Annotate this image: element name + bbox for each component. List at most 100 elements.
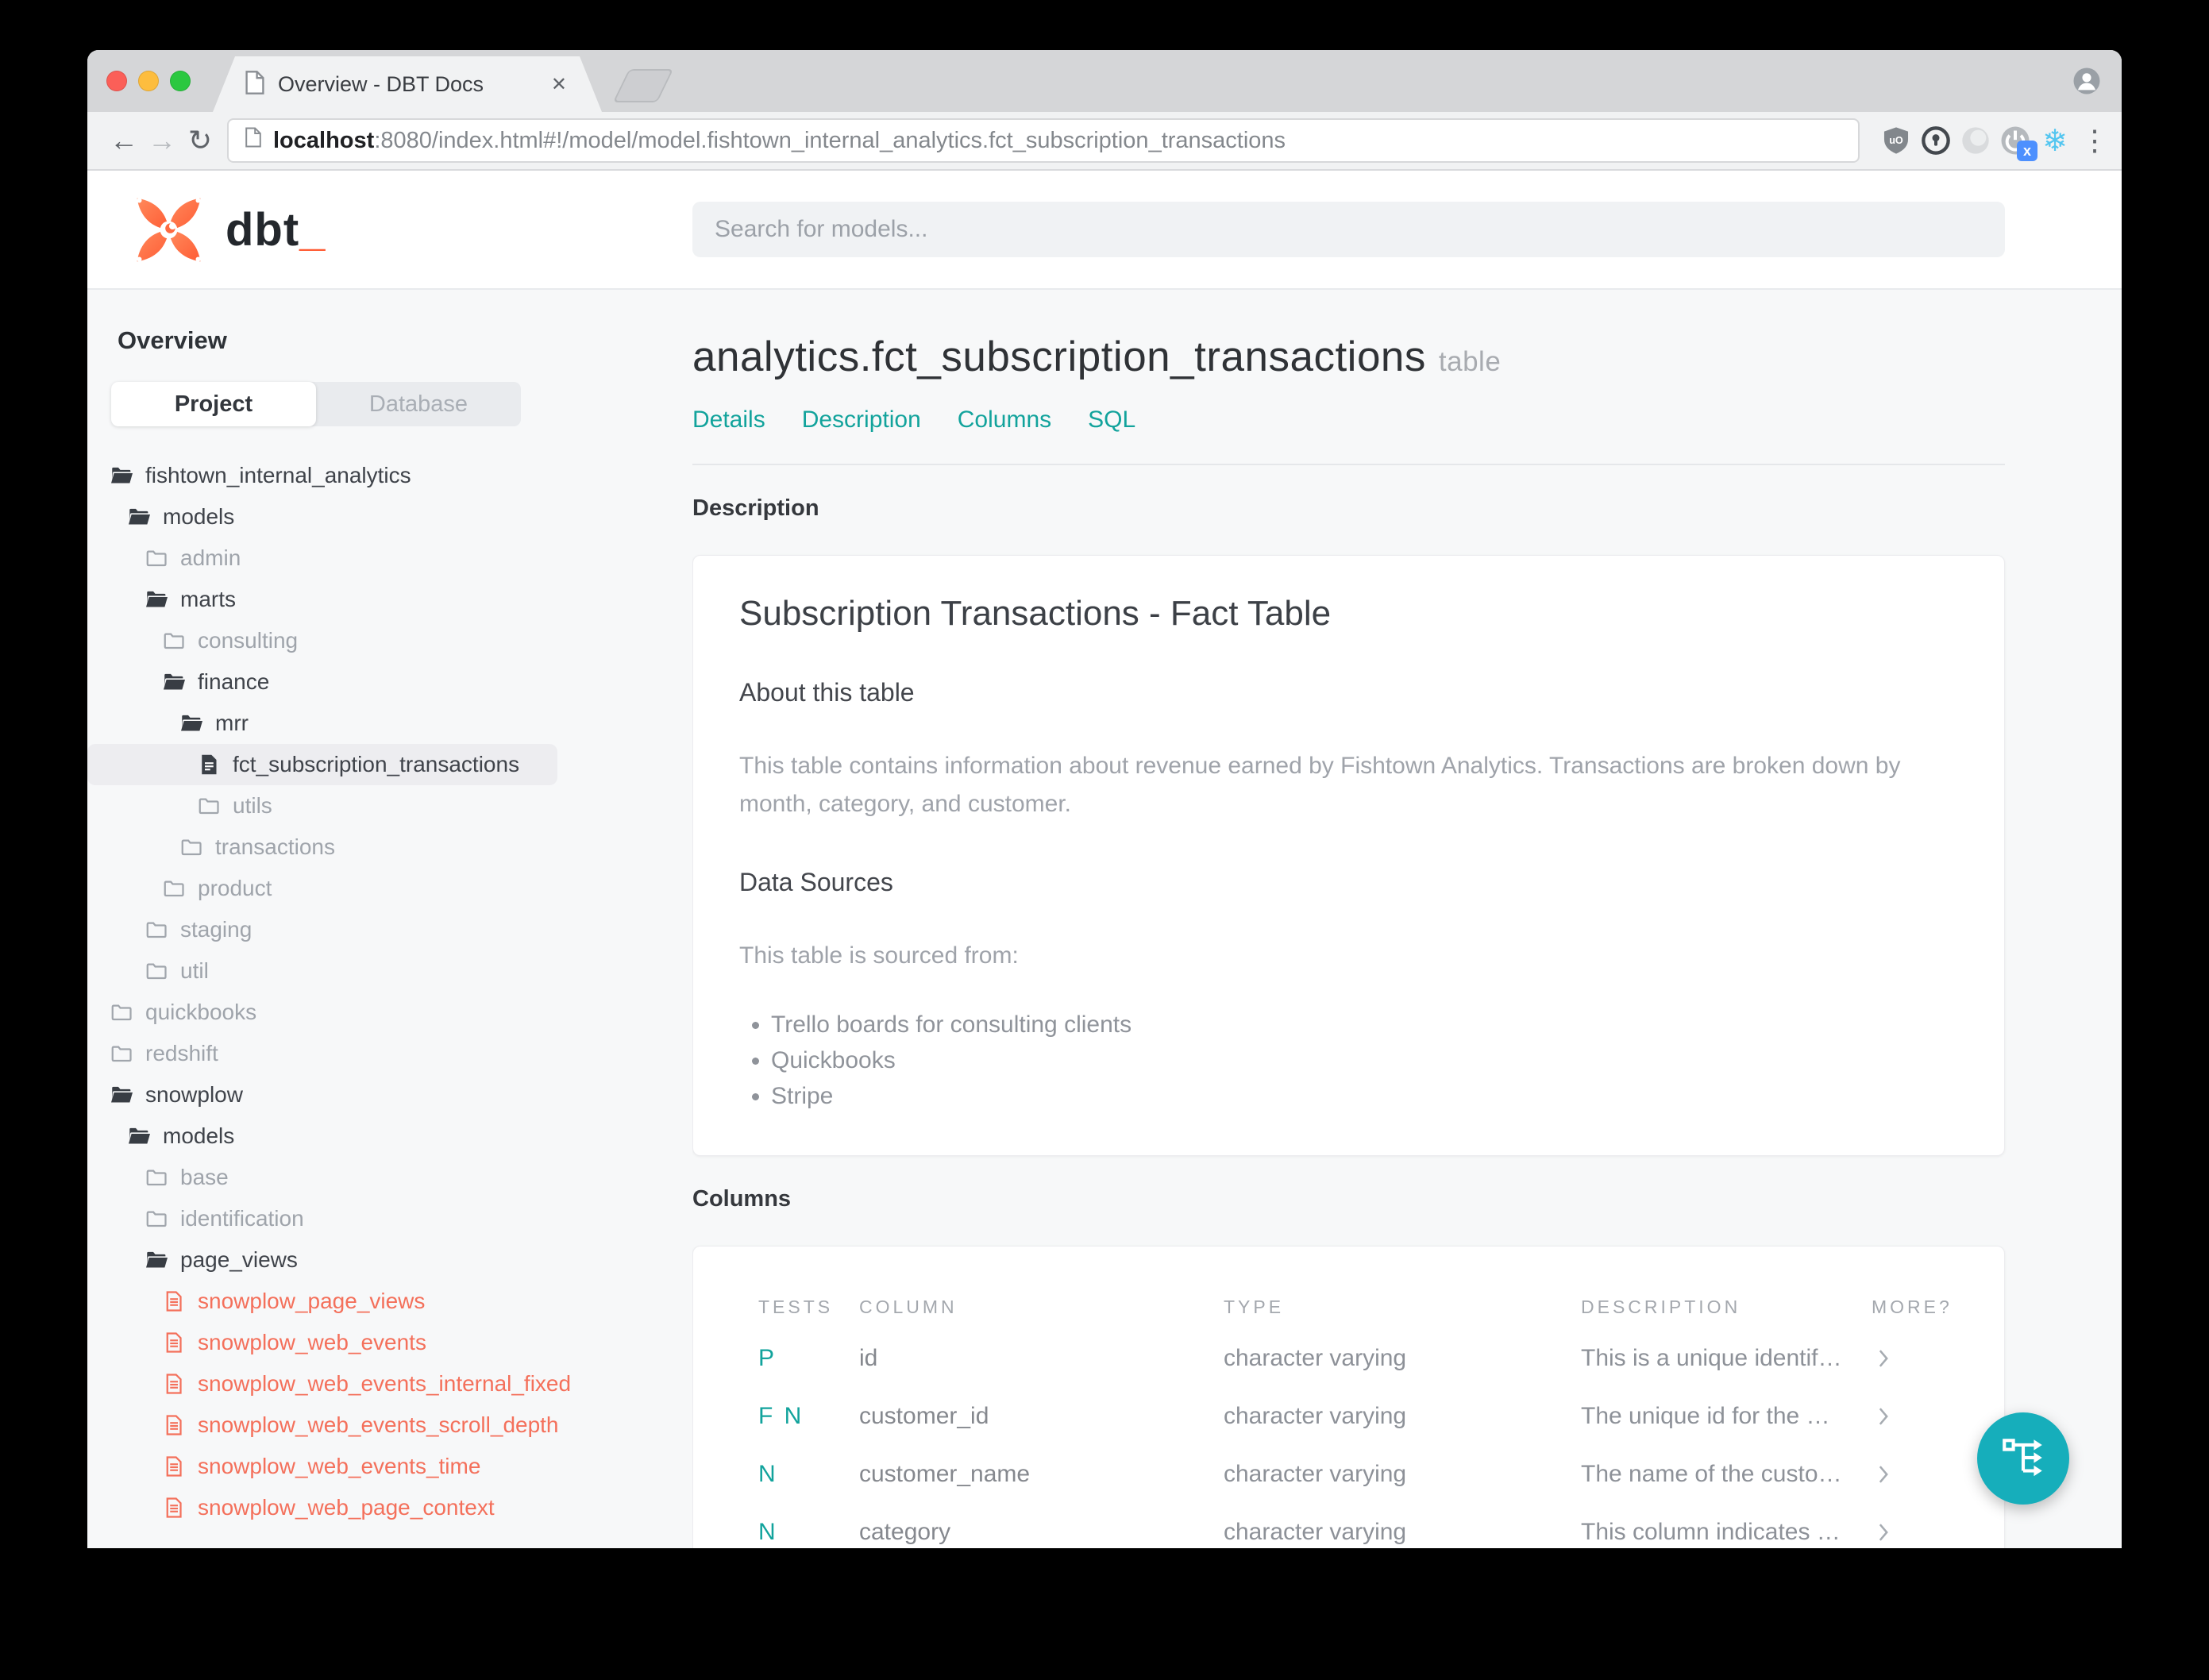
columns-card: TESTS COLUMN TYPE DESCRIPTION MORE? Pid chara… [692,1246,2005,1548]
tree-item-snowplow_web_events_internal_fixed[interactable]: snowplow_web_events_internal_fixed [87,1363,571,1404]
nav-link-details[interactable]: Details [692,407,765,433]
search-input[interactable] [692,202,2005,257]
folder-closed-icon [162,877,186,900]
tree-item-quickbooks[interactable]: quickbooks [87,992,557,1033]
nav-link-columns[interactable]: Columns [958,407,1051,433]
sidebar-overview-label[interactable]: Overview [118,326,692,355]
new-tab-button[interactable] [612,69,674,102]
file-red-icon [162,1372,186,1396]
column-row-customer_name[interactable]: Ncustomer_name character varying The name … [758,1445,1935,1503]
tests-badge: N [758,1460,778,1487]
tree-item-marts[interactable]: marts [87,579,557,620]
folder-open-icon [179,711,203,735]
tree-item-consulting[interactable]: consulting [87,620,557,661]
tree-item-redshift[interactable]: redshift [87,1033,557,1074]
expand-chevron-icon[interactable] [1872,1348,1935,1369]
tree-item-finance[interactable]: finance [87,661,557,703]
column-header-tests: TESTS [758,1296,834,1317]
tree-item-identification[interactable]: identification [87,1198,557,1239]
file-red-icon [162,1455,186,1478]
tab-database[interactable]: Database [316,382,521,426]
tree-item-snowplow_web_events_scroll_depth[interactable]: snowplow_web_events_scroll_depth [87,1404,559,1446]
tab-close-icon[interactable]: ✕ [551,73,567,96]
dbt-logo[interactable]: dbt_ [87,192,692,268]
tree-item-models[interactable]: models [87,1116,557,1157]
folder-closed-icon [145,1207,168,1231]
nav-link-description[interactable]: Description [802,407,921,433]
lineage-graph-button[interactable] [1977,1412,2069,1505]
column-header-more: MORE? [1872,1296,1953,1317]
tree-item-label: base [180,1165,229,1189]
column-row-customer_id[interactable]: F N customer_id character varying The uniqu… [758,1387,1935,1445]
extension-badge: x [2017,141,2037,161]
tree-item-label: fct_subscription_transactions [233,752,520,776]
tree-item-models[interactable]: models [87,496,557,538]
columns-section-label: Columns [692,1186,792,1212]
tree-item-admin[interactable]: admin [87,538,557,579]
close-window-button[interactable] [106,71,127,91]
forward-button[interactable]: → [143,124,181,157]
tree-item-snowplow_web_page_context[interactable]: snowplow_web_page_context [87,1487,557,1528]
tree-item-label: snowplow_web_events_scroll_depth [198,1412,559,1437]
snowflake-extension-icon[interactable]: ❄ [2037,123,2072,158]
tree-item-snowplow_page_views[interactable]: snowplow_page_views [87,1281,557,1322]
browser-tab-strip: Overview - DBT Docs ✕ [87,50,2122,112]
url-doc-icon [245,126,262,155]
browser-profile-avatar[interactable] [2072,67,2101,95]
tests-badge: N [758,1518,778,1545]
tab-project[interactable]: Project [111,382,316,426]
tree-item-label: snowplow_web_events_time [198,1454,481,1478]
column-name: customer_name [859,1460,1031,1487]
column-header-column: COLUMN [859,1296,958,1317]
sidebar: Overview Project Database fishtown_inter… [87,290,692,1548]
column-row-id[interactable]: Pid character varying This is a unique ide… [758,1329,1935,1387]
tree-item-fct_subscription_transactions[interactable]: fct_subscription_transactions [87,744,557,785]
column-name: category [859,1518,951,1545]
nav-link-sql[interactable]: SQL [1088,407,1135,433]
sources-heading: Data Sources [739,868,893,896]
folder-closed-icon [110,1042,133,1065]
address-bar[interactable]: localhost:8080/index.html#!/model/model.… [227,118,1860,163]
onepassword-extension-icon[interactable] [1918,123,1953,158]
browser-tab[interactable]: Overview - DBT Docs ✕ [213,56,602,112]
tree-item-label: snowplow_web_events_internal_fixed [198,1371,572,1396]
tree-item-product[interactable]: product [87,868,557,909]
back-button[interactable]: ← [105,124,143,157]
tree-item-transactions[interactable]: transactions [87,827,557,868]
columns-table-body: Pid character varying This is a unique ide… [758,1329,1935,1548]
tree-item-label: mrr [215,711,249,735]
zoom-window-button[interactable] [170,71,191,91]
tree-item-label: fishtown_internal_analytics [145,463,411,487]
divider [692,464,2005,465]
tree-item-page_views[interactable]: page_views [87,1239,557,1281]
tree-item-snowplow_web_events[interactable]: snowplow_web_events [87,1322,557,1363]
tree-item-fishtown_internal_analytics[interactable]: fishtown_internal_analytics [87,455,557,496]
tree-item-snowplow_web_events_time[interactable]: snowplow_web_events_time [87,1446,557,1487]
tree-item-util[interactable]: util [87,950,557,992]
description-card-title: Subscription Transactions - Fact Table [739,594,1332,633]
tree-item-utils[interactable]: utils [87,785,557,827]
browser-menu-icon[interactable]: ⋮ [2080,124,2109,157]
tree-item-snowplow[interactable]: snowplow [87,1074,557,1116]
page-title: analytics.fct_subscription_transactions t… [692,333,1502,380]
tree-item-label: util [180,958,209,983]
file-red-icon [162,1331,186,1354]
url-host: localhost [273,127,375,153]
column-row-category[interactable]: Ncategory character varying This column in… [758,1503,1935,1548]
disabled-extension-icon[interactable] [1958,123,1993,158]
tree-item-base[interactable]: base [87,1157,557,1198]
expand-chevron-icon[interactable] [1872,1406,1935,1427]
column-header-type: TYPE [1224,1296,1285,1317]
tree-item-mrr[interactable]: mrr [87,703,557,744]
folder-closed-icon [110,1000,133,1024]
browser-window: Overview - DBT Docs ✕ ← → ↻ localhost:80… [87,50,2122,1548]
tree-item-label: page_views [180,1247,298,1272]
ublock-extension-icon[interactable]: uO [1879,123,1914,158]
tree-item-staging[interactable]: staging [87,909,557,950]
tree-item-label: product [198,876,272,900]
minimize-window-button[interactable] [138,71,159,91]
expand-chevron-icon[interactable] [1872,1522,1935,1543]
power-extension-icon[interactable]: x [1998,123,2037,161]
expand-chevron-icon[interactable] [1872,1464,1935,1485]
reload-button[interactable]: ↻ [181,124,219,157]
